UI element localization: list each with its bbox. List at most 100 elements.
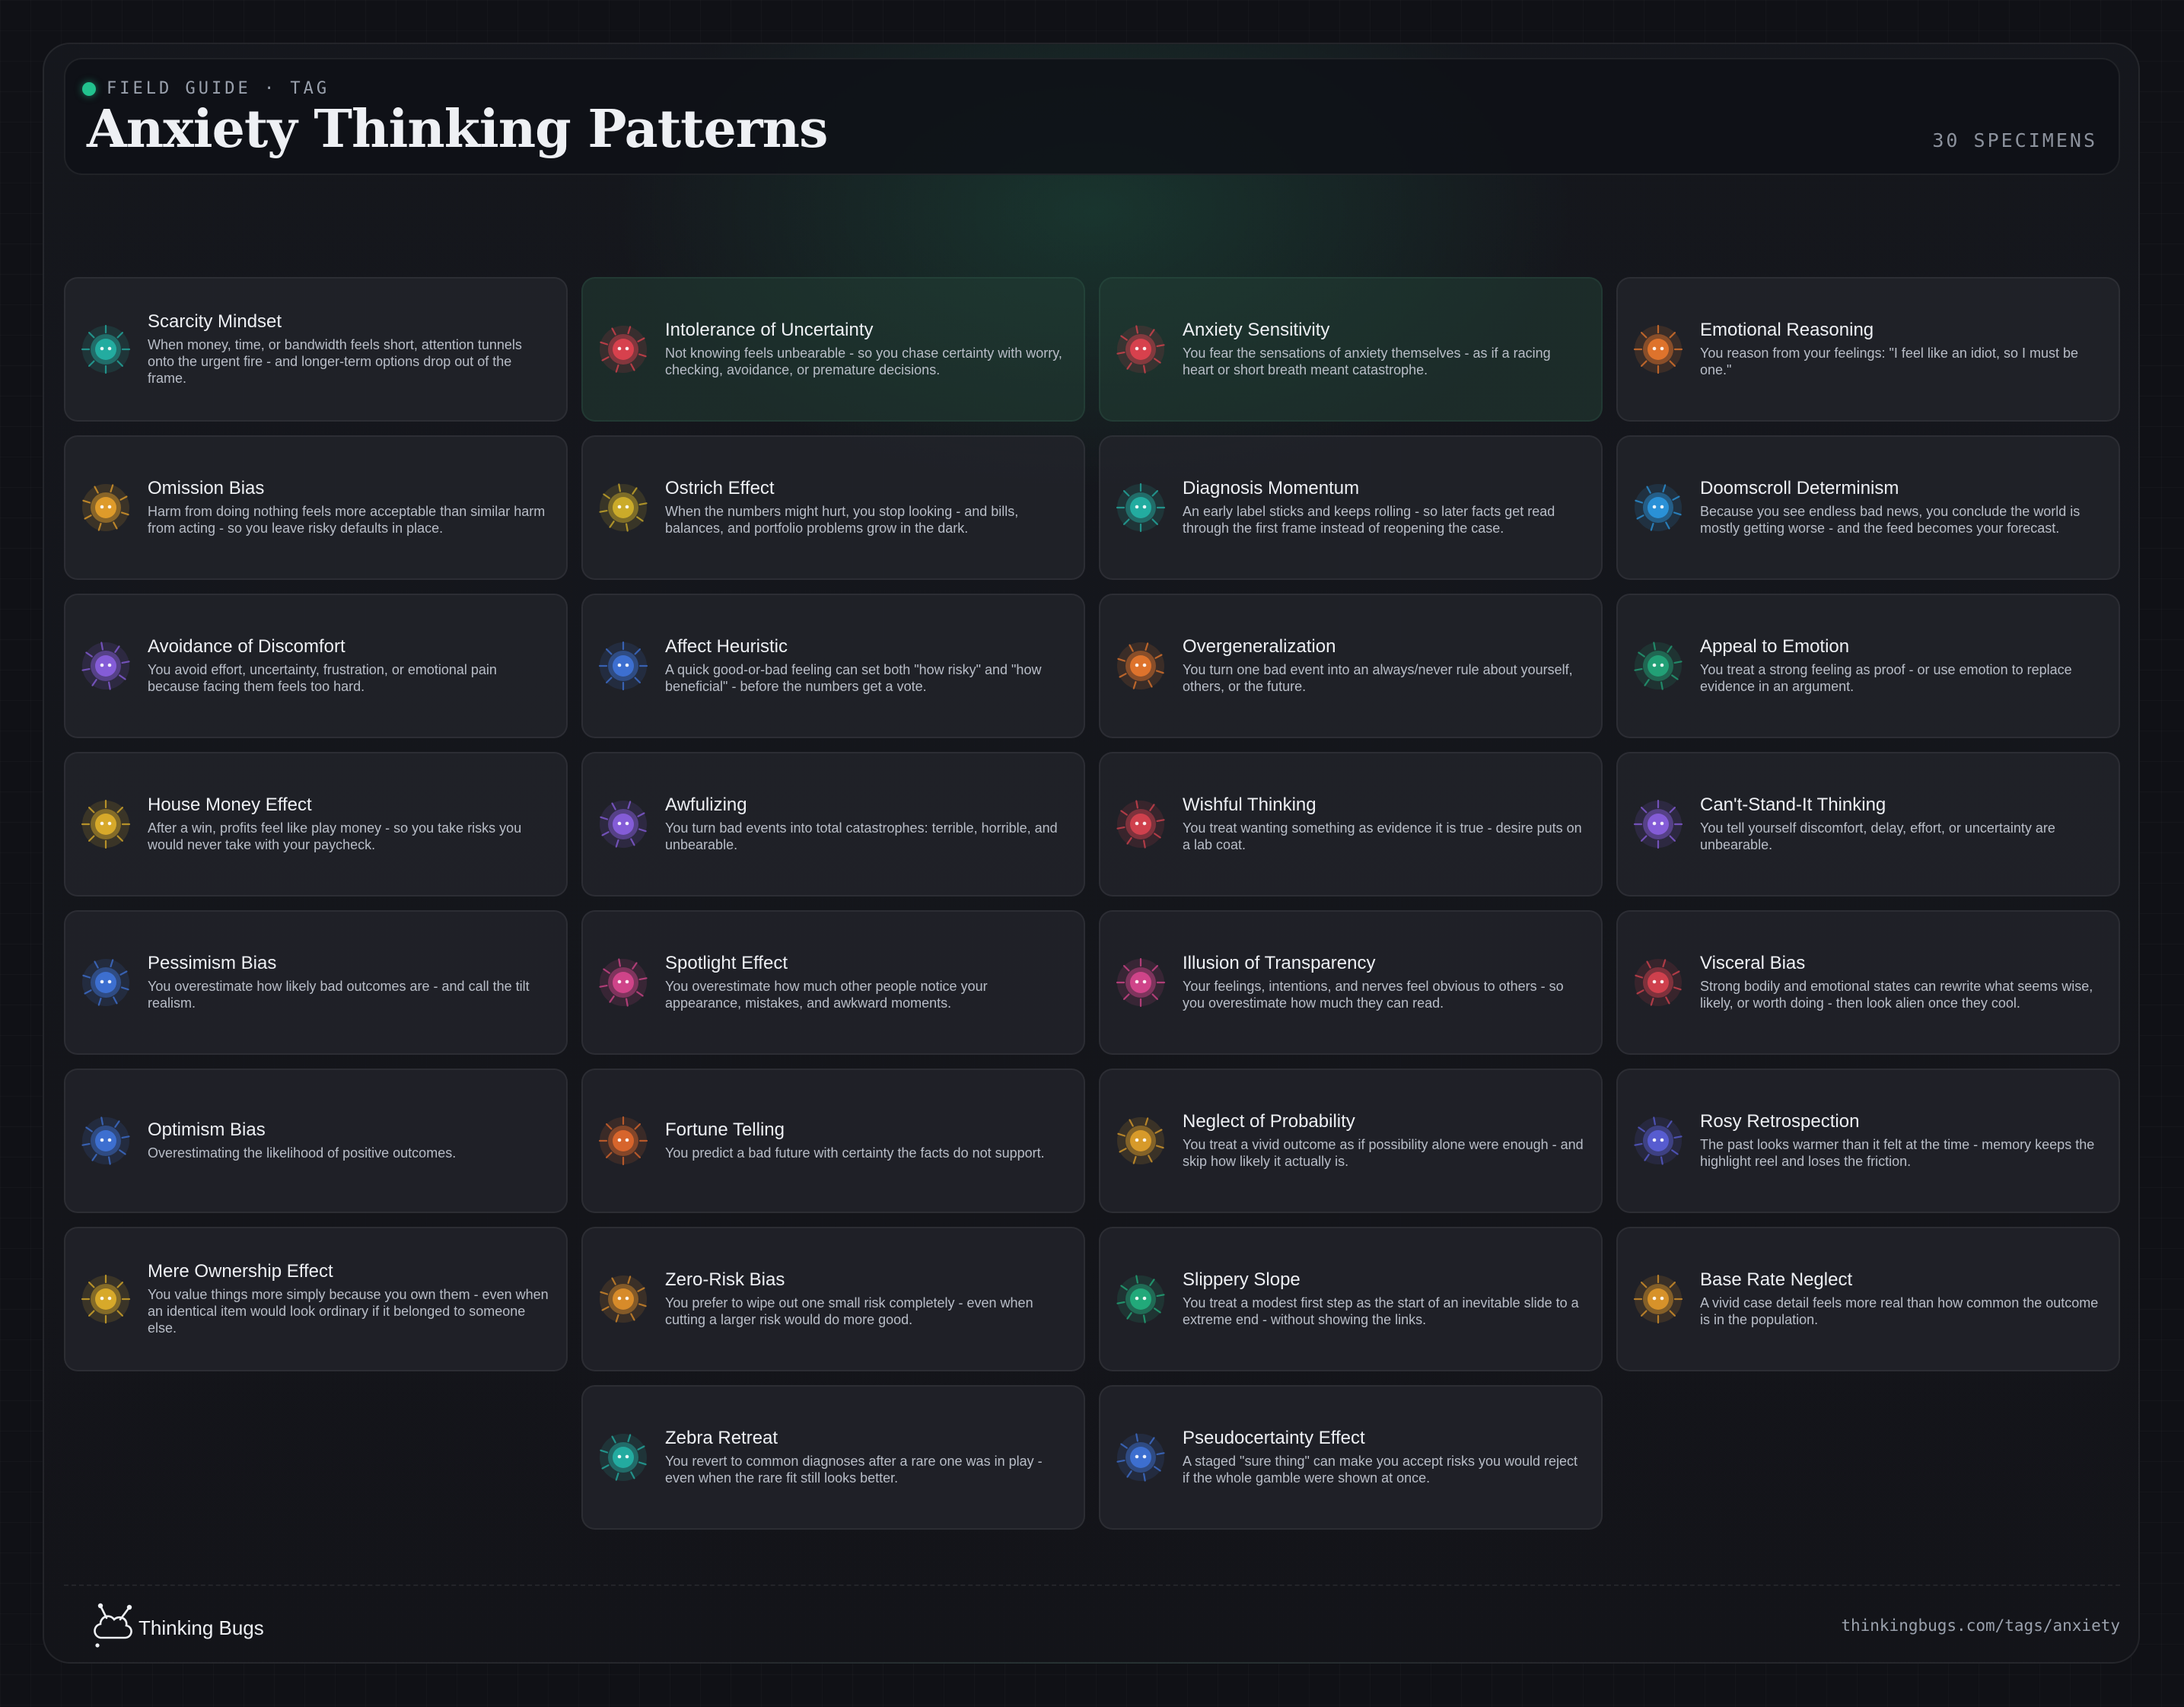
card-title: Ostrich Effect [665, 478, 775, 499]
card-text: Avoidance of Discomfort You avoid effort,… [148, 636, 549, 696]
pattern-card[interactable]: Visceral Bias Strong bodily and emotional… [1616, 910, 2120, 1055]
bug-icon [81, 482, 148, 533]
footer-brand[interactable]: Thinking Bugs [138, 1616, 264, 1640]
pattern-card[interactable]: Ostrich Effect When the numbers might hur… [581, 435, 1085, 580]
bug-icon [598, 482, 665, 533]
pattern-card[interactable]: Fortune Telling You predict a bad future … [581, 1068, 1085, 1213]
pattern-card[interactable]: Zero-Risk Bias You prefer to wipe out one… [581, 1227, 1085, 1371]
status-dot-icon [82, 81, 96, 96]
pattern-card[interactable]: Illusion of Transparency Your feelings, i… [1099, 910, 1603, 1055]
pattern-card[interactable]: Optimism Bias Overestimating the likeliho… [64, 1068, 568, 1213]
pattern-card[interactable]: Doomscroll Determinism Because you see en… [1616, 435, 2120, 580]
bug-icon [1116, 1116, 1183, 1166]
pattern-card[interactable]: Overgeneralization You turn one bad event… [1099, 594, 1603, 738]
pattern-card[interactable]: Avoidance of Discomfort You avoid effort,… [64, 594, 568, 738]
pattern-card[interactable]: Scarcity Mindset When money, time, or ban… [64, 277, 568, 422]
page-title: Anxiety Thinking Patterns [87, 99, 828, 160]
pattern-card[interactable]: House Money Effect After a win, profits f… [64, 752, 568, 896]
card-title: Fortune Telling [665, 1119, 785, 1141]
card-description: When the numbers might hurt, you stop lo… [665, 503, 1019, 536]
pattern-card[interactable]: Anxiety Sensitivity You fear the sensatio… [1099, 277, 1603, 422]
bug-icon [81, 1116, 148, 1166]
pattern-card[interactable]: Diagnosis Momentum An early label sticks … [1099, 435, 1603, 580]
pattern-card[interactable]: Intolerance of Uncertainty Not knowing fe… [581, 277, 1085, 422]
pattern-card[interactable]: Pseudocertainty Effect A staged "sure thi… [1099, 1385, 1603, 1530]
card-text: Anxiety Sensitivity You fear the sensatio… [1183, 320, 1584, 379]
pattern-card[interactable]: Can't-Stand-It Thinking You tell yourself… [1616, 752, 2120, 896]
bug-icon [1116, 957, 1183, 1008]
card-text: Fortune Telling You predict a bad future … [665, 1119, 1067, 1162]
bug-icon [1116, 1432, 1183, 1482]
card-title: Illusion of Transparency [1183, 953, 1376, 974]
card-title: Overgeneralization [1183, 636, 1336, 658]
pattern-card[interactable]: Pessimism Bias You overestimate how likel… [64, 910, 568, 1055]
pattern-card[interactable]: Affect Heuristic A quick good-or-bad feel… [581, 594, 1085, 738]
card-description: You treat a vivid outcome as if possibil… [1183, 1136, 1584, 1169]
card-text: Appeal to Emotion You treat a strong feel… [1700, 636, 2102, 696]
card-title: Anxiety Sensitivity [1183, 320, 1330, 341]
card-description: You predict a bad future with certainty … [665, 1145, 1045, 1161]
card-description: Strong bodily and emotional states can r… [1700, 978, 2093, 1011]
bug-icon [1116, 1274, 1183, 1324]
card-text: Optimism Bias Overestimating the likeliho… [148, 1119, 549, 1162]
bug-icon [598, 957, 665, 1008]
card-description: You treat a strong feeling as proof - or… [1700, 661, 2072, 694]
card-text: Overgeneralization You turn one bad event… [1183, 636, 1584, 696]
pattern-card[interactable]: Neglect of Probability You treat a vivid … [1099, 1068, 1603, 1213]
card-description: A quick good-or-bad feeling can set both… [665, 661, 1042, 694]
pattern-card[interactable]: Wishful Thinking You treat wanting someth… [1099, 752, 1603, 896]
pattern-card[interactable]: Mere Ownership Effect You value things mo… [64, 1227, 568, 1371]
card-description: Your feelings, intentions, and nerves fe… [1183, 978, 1564, 1011]
card-text: Zebra Retreat You revert to common diagno… [665, 1428, 1067, 1487]
bug-icon [1633, 482, 1700, 533]
card-title: Diagnosis Momentum [1183, 478, 1360, 499]
pattern-card[interactable]: Awfulizing You turn bad events into total… [581, 752, 1085, 896]
card-text: Ostrich Effect When the numbers might hur… [665, 478, 1067, 537]
card-title: Intolerance of Uncertainty [665, 320, 874, 341]
bug-icon [598, 641, 665, 691]
card-text: Affect Heuristic A quick good-or-bad feel… [665, 636, 1067, 696]
pattern-card[interactable]: Emotional Reasoning You reason from your … [1616, 277, 2120, 422]
card-title: Spotlight Effect [665, 953, 788, 974]
bug-icon [81, 1274, 148, 1324]
pattern-card[interactable]: Appeal to Emotion You treat a strong feel… [1616, 594, 2120, 738]
card-description: You tell yourself discomfort, delay, eff… [1700, 820, 2055, 852]
specimen-count: 30 SPECIMENS [1932, 129, 2097, 151]
card-title: Scarcity Mindset [148, 311, 282, 333]
pattern-card[interactable]: Spotlight Effect You overestimate how muc… [581, 910, 1085, 1055]
bug-icon [81, 799, 148, 849]
card-description: You turn bad events into total catastrop… [665, 820, 1058, 852]
card-description: The past looks warmer than it felt at th… [1700, 1136, 2095, 1169]
card-description: You turn one bad event into an always/ne… [1183, 661, 1573, 694]
card-text: House Money Effect After a win, profits f… [148, 795, 549, 854]
card-description: You reason from your feelings: "I feel l… [1700, 345, 2078, 377]
bug-icon [81, 957, 148, 1008]
card-text: Can't-Stand-It Thinking You tell yourself… [1700, 795, 2102, 854]
card-title: Avoidance of Discomfort [148, 636, 345, 658]
pattern-card[interactable]: Base Rate Neglect A vivid case detail fee… [1616, 1227, 2120, 1371]
card-text: Rosy Retrospection The past looks warmer … [1700, 1111, 2102, 1170]
bug-icon [1116, 324, 1183, 374]
bug-icon [1633, 324, 1700, 374]
pattern-card[interactable]: Omission Bias Harm from doing nothing fee… [64, 435, 568, 580]
footer-url[interactable]: thinkingbugs.com/tags/anxiety [1841, 1616, 2120, 1635]
card-description: Harm from doing nothing feels more accep… [148, 503, 546, 536]
card-title: Base Rate Neglect [1700, 1269, 1853, 1291]
card-description: A staged "sure thing" can make you accep… [1183, 1453, 1578, 1486]
card-title: Omission Bias [148, 478, 265, 499]
eyebrow: FIELD GUIDE · TAG [82, 79, 330, 98]
bug-icon [598, 1274, 665, 1324]
card-text: Visceral Bias Strong bodily and emotional… [1700, 953, 2102, 1012]
pattern-card[interactable]: Rosy Retrospection The past looks warmer … [1616, 1068, 2120, 1213]
card-text: Pseudocertainty Effect A staged "sure thi… [1183, 1428, 1584, 1487]
pattern-card[interactable]: Slippery Slope You treat a modest first s… [1099, 1227, 1603, 1371]
card-description: You treat wanting something as evidence … [1183, 820, 1582, 852]
card-text: Zero-Risk Bias You prefer to wipe out one… [665, 1269, 1067, 1329]
card-description: You avoid effort, uncertainty, frustrati… [148, 661, 497, 694]
pattern-card[interactable]: Zebra Retreat You revert to common diagno… [581, 1385, 1085, 1530]
card-text: Wishful Thinking You treat wanting someth… [1183, 795, 1584, 854]
bug-icon [81, 324, 148, 374]
card-description: You overestimate how much other people n… [665, 978, 988, 1011]
thinking-bugs-logo-icon[interactable] [90, 1601, 137, 1650]
card-description: A vivid case detail feels more real than… [1700, 1295, 2099, 1327]
